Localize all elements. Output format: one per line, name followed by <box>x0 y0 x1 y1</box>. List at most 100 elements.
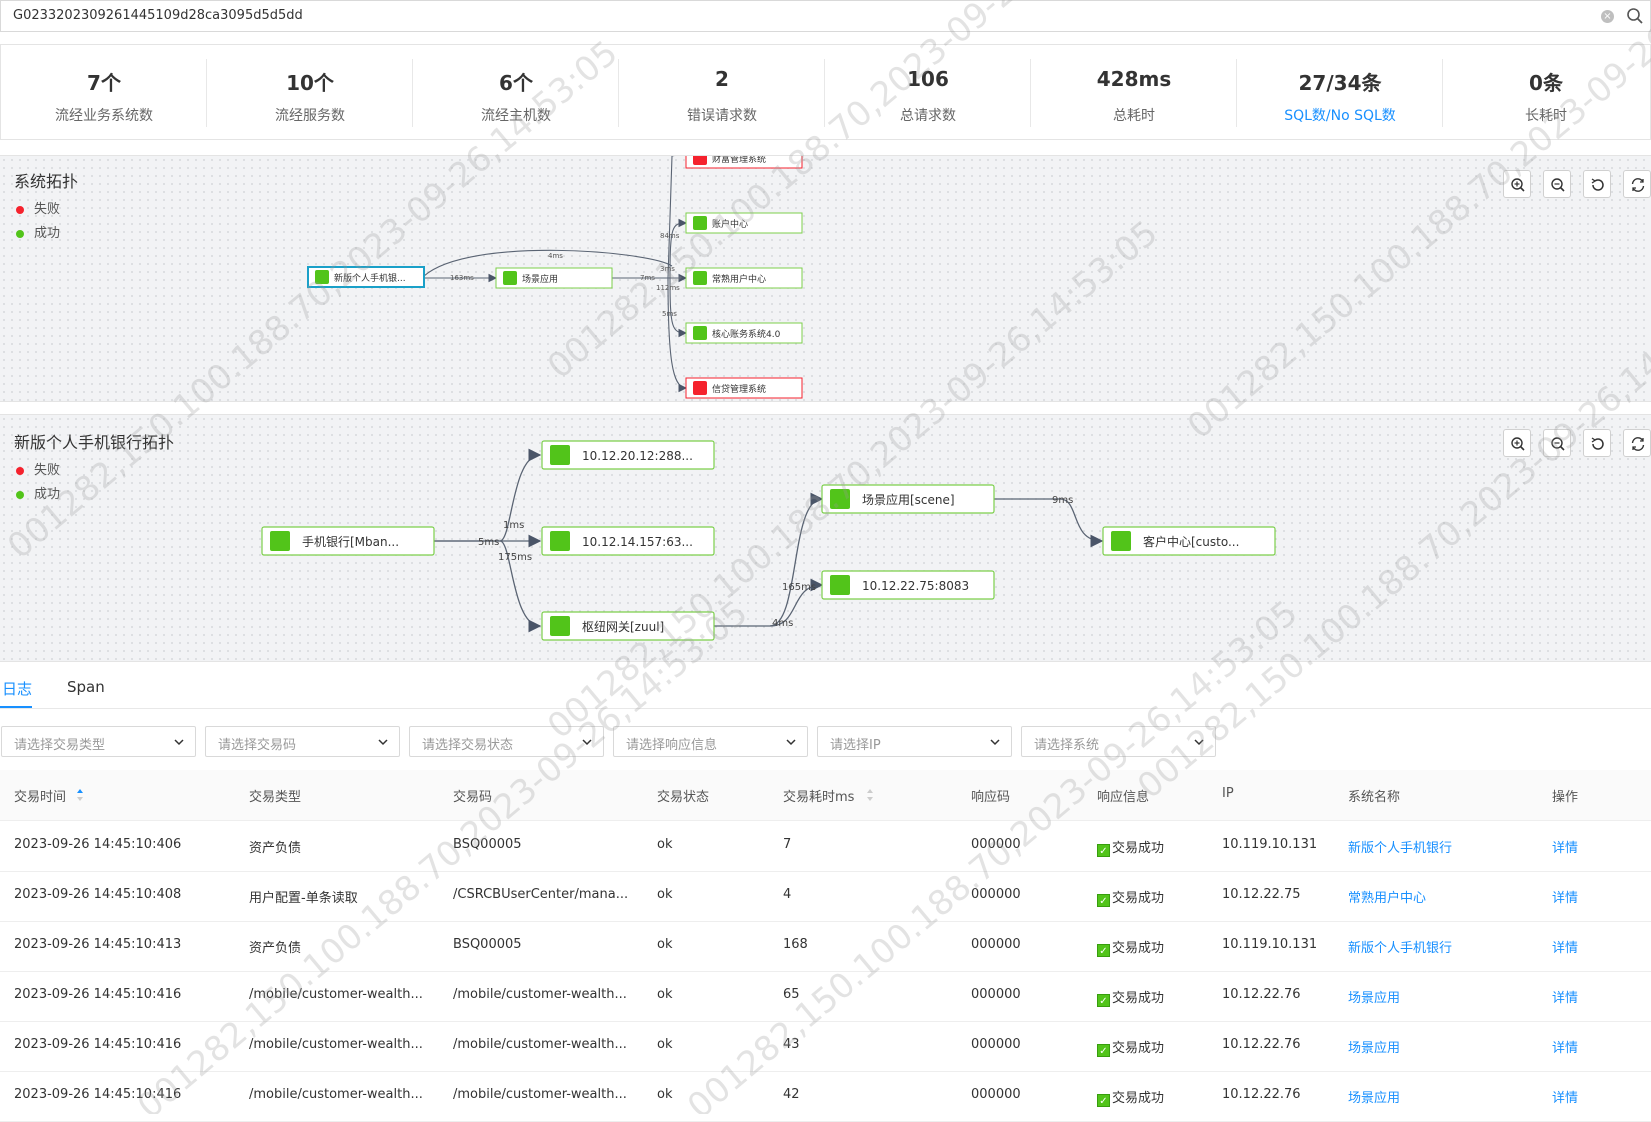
ip-select[interactable]: 请选择IP <box>817 726 1012 757</box>
table-row: 2023-09-26 14:45:10:416 /mobile/customer… <box>0 971 1651 1022</box>
node-label: 枢纽网关[zuul] <box>582 619 664 634</box>
stat-value: 0条 <box>1529 71 1563 95</box>
cell-type: 资产负债 <box>249 841 302 856</box>
topology-node-scene[interactable]: 场景应用[scene] <box>821 484 995 514</box>
cell-time: 2023-09-26 14:45:10:413 <box>14 937 182 952</box>
col-header-system: 系统名称 <box>1348 790 1401 805</box>
edge-label: 4ms <box>548 252 563 260</box>
system-link[interactable]: 场景应用 <box>1348 987 1400 1006</box>
cell-status: ok <box>657 987 673 1002</box>
chevron-down-icon <box>990 739 1000 746</box>
topology-node-scene-app[interactable]: 场景应用 <box>495 267 613 289</box>
summary-stats: 7个 流经业务系统数 10个 流经服务数 6个 流经主机数 2 错误请求数 106 总请求… <box>0 44 1651 140</box>
node-label: 信贷管理系统 <box>712 383 766 395</box>
cell-time: 2023-09-26 14:45:10:408 <box>14 887 182 902</box>
col-header-time[interactable]: 交易时间 <box>14 786 66 805</box>
node-label: 10.12.14.157:63... <box>582 535 693 549</box>
tab-logs[interactable]: 日志 <box>2 678 32 699</box>
cell-duration: 65 <box>783 987 800 1002</box>
system-link[interactable]: 新版个人手机银行 <box>1348 837 1452 856</box>
col-header-ip: IP <box>1222 786 1234 801</box>
col-header-code: 交易码 <box>453 790 493 805</box>
system-select[interactable]: 请选择系统 <box>1021 726 1216 757</box>
mobile-banking-topology-graph[interactable]: 1ms 5ms 175ms 4ms 165ms 9ms 手机银行[Mban...… <box>0 415 1651 662</box>
topology-node-wealth-mgmt[interactable]: 财富管理系统 <box>685 156 803 169</box>
transaction-type-select[interactable]: 请选择交易类型 <box>1 726 196 757</box>
cell-type: /mobile/customer-wealth... <box>249 987 423 1002</box>
trace-id-value: G0233202309261445109d28ca3095d5d5dd <box>13 8 303 23</box>
system-link[interactable]: 场景应用 <box>1348 1037 1400 1056</box>
cell-code: BSQ00005 <box>453 937 522 952</box>
select-placeholder: 请选择响应信息 <box>626 738 718 753</box>
system-topology-graph[interactable]: 163ms 4ms 84ms 3ms 112ms 5ms 7ms 新版个人手机银… <box>0 156 1651 402</box>
table-row: 2023-09-26 14:45:10:416 /mobile/customer… <box>0 1021 1651 1072</box>
checkbox-icon: ✓ <box>1097 844 1110 857</box>
detail-link[interactable]: 详情 <box>1552 987 1578 1006</box>
mobile-banking-topology-panel[interactable]: 新版个人手机银行拓扑 失败 成功 1ms 5ms 175ms 4ms 165ms… <box>0 414 1651 662</box>
system-link[interactable]: 场景应用 <box>1348 1087 1400 1106</box>
table-row: 2023-09-26 14:45:10:406 资产负债 BSQ00005 ok… <box>0 821 1651 872</box>
select-placeholder: 请选择交易状态 <box>422 738 514 753</box>
topology-node-mobile-banking[interactable]: 新版个人手机银... <box>307 266 425 288</box>
stat-label: 错误请求数 <box>687 108 757 124</box>
sort-icon[interactable] <box>866 788 874 802</box>
cell-duration: 43 <box>783 1037 800 1052</box>
node-label: 场景应用 <box>522 273 558 285</box>
response-info-text: 交易成功 <box>1112 1091 1165 1106</box>
clear-icon[interactable]: × <box>1601 10 1614 23</box>
cell-response-code: 000000 <box>971 937 1021 952</box>
cell-type: /mobile/customer-wealth... <box>249 1087 423 1102</box>
topology-node-credit-mgmt[interactable]: 信贷管理系统 <box>685 377 803 399</box>
col-header-duration[interactable]: 交易耗时ms <box>783 786 854 805</box>
trace-id-input[interactable]: G0233202309261445109d28ca3095d5d5dd × <box>0 0 1651 32</box>
sql-count-link[interactable]: SQL数/No SQL数 <box>1237 105 1443 125</box>
node-label: 10.12.22.75:8083 <box>862 579 969 593</box>
detail-link[interactable]: 详情 <box>1552 1037 1578 1056</box>
stat-long-time: 0条 长耗时 <box>1443 45 1649 141</box>
chevron-down-icon <box>1194 739 1204 746</box>
sort-icon[interactable] <box>76 788 84 802</box>
transaction-status-select[interactable]: 请选择交易状态 <box>409 726 604 757</box>
stat-value: 7个 <box>87 71 121 95</box>
system-topology-panel[interactable]: 系统拓扑 失败 成功 163ms 4ms 84ms 3ms 112ms 5ms <box>0 155 1651 402</box>
checkbox-icon: ✓ <box>1097 1094 1110 1107</box>
chevron-down-icon <box>378 739 388 746</box>
topology-node-user-center[interactable]: 常熟用户中心 <box>685 267 803 289</box>
topology-node-mobile-banking[interactable]: 手机银行[Mban... <box>261 526 435 556</box>
response-info-text: 交易成功 <box>1112 841 1165 856</box>
tab-span[interactable]: Span <box>67 678 105 696</box>
topology-node-core-accounting[interactable]: 核心账务系统4.0 <box>685 322 803 344</box>
cell-time: 2023-09-26 14:45:10:406 <box>14 837 182 852</box>
transaction-code-select[interactable]: 请选择交易码 <box>205 726 400 757</box>
edge-label: 3ms <box>660 265 675 273</box>
topology-node-account-center[interactable]: 账户中心 <box>685 212 803 234</box>
col-header-action: 操作 <box>1552 790 1579 805</box>
topology-node-gateway[interactable]: 枢纽网关[zuul] <box>541 611 715 641</box>
cell-response-info: ✓ 交易成功 <box>1097 1037 1164 1057</box>
stat-business-systems: 7个 流经业务系统数 <box>1 45 207 141</box>
topology-node-host-14-157[interactable]: 10.12.14.157:63... <box>541 526 715 556</box>
node-label: 10.12.20.12:288... <box>582 449 693 463</box>
cell-ip: 10.12.22.75 <box>1222 887 1301 902</box>
system-link[interactable]: 新版个人手机银行 <box>1348 937 1452 956</box>
detail-link[interactable]: 详情 <box>1552 937 1578 956</box>
cell-response-code: 000000 <box>971 837 1021 852</box>
detail-link[interactable]: 详情 <box>1552 837 1578 856</box>
cell-response-code: 000000 <box>971 987 1021 1002</box>
search-icon[interactable] <box>1626 7 1644 25</box>
node-label: 新版个人手机银... <box>334 272 406 284</box>
topology-node-customer-center[interactable]: 客户中心[custo... <box>1102 526 1276 556</box>
active-tab-indicator <box>0 706 32 708</box>
node-label: 手机银行[Mban... <box>302 535 399 549</box>
detail-link[interactable]: 详情 <box>1552 887 1578 906</box>
detail-link[interactable]: 详情 <box>1552 1087 1578 1106</box>
col-header-status: 交易状态 <box>657 790 710 805</box>
chevron-down-icon <box>174 739 184 746</box>
response-info-select[interactable]: 请选择响应信息 <box>613 726 808 757</box>
topology-node-host-22-75[interactable]: 10.12.22.75:8083 <box>821 570 995 600</box>
cell-ip: 10.12.22.76 <box>1222 1037 1301 1052</box>
system-link[interactable]: 常熟用户中心 <box>1348 887 1426 906</box>
topology-node-host-20-12[interactable]: 10.12.20.12:288... <box>541 440 715 470</box>
tab-bar: 日志 Span <box>0 672 1651 709</box>
table-row: 2023-09-26 14:45:10:413 资产负债 BSQ00005 ok… <box>0 921 1651 972</box>
